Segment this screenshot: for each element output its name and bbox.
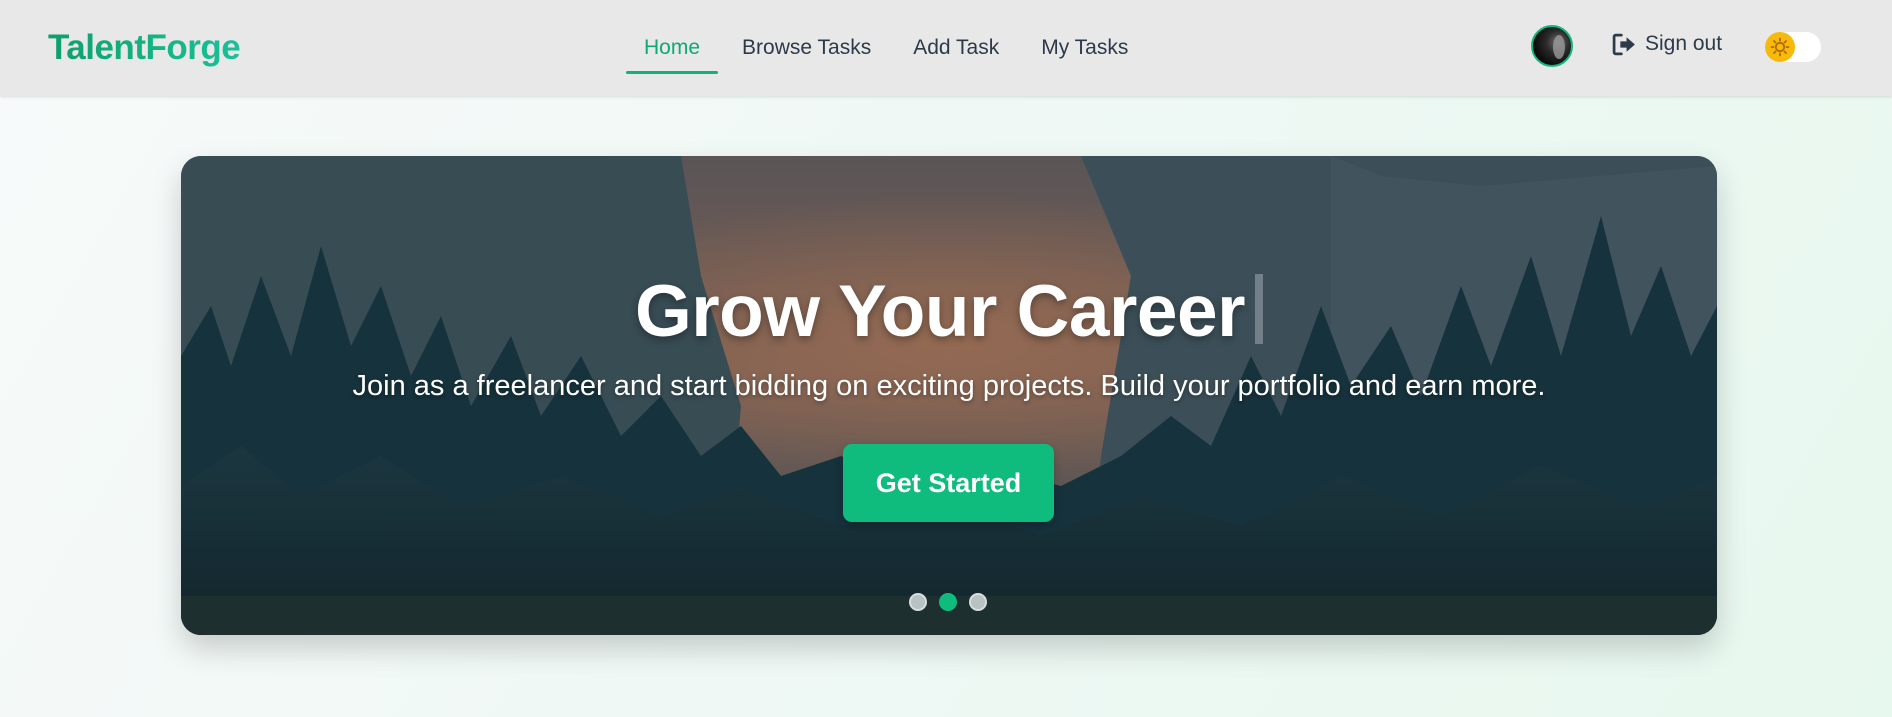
hero-carousel: Grow Your Career Join as a freelancer an… [181,156,1717,635]
navbar: TalentForge Home Browse Tasks Add Task M… [0,0,1892,96]
nav-link-home[interactable]: Home [626,0,719,96]
theme-toggle[interactable] [1765,32,1821,62]
brand-logo[interactable]: TalentForge [48,28,241,68]
carousel-dot-3[interactable] [969,593,987,611]
sun-icon [1770,37,1790,57]
user-avatar[interactable] [1531,25,1573,67]
hero-title: Grow Your Career [181,270,1717,353]
sign-out-icon [1612,33,1635,55]
main-nav: Home Browse Tasks Add Task My Tasks [626,0,1152,96]
carousel-dot-2[interactable] [939,593,957,611]
carousel-indicators [909,593,987,611]
hero-title-text: Grow Your Career [634,271,1246,352]
sign-out-button[interactable]: Sign out [1612,32,1722,56]
hero-subtitle: Join as a freelancer and start bidding o… [352,370,1546,402]
theme-toggle-knob [1765,32,1795,62]
nav-link-browse-tasks[interactable]: Browse Tasks [724,0,889,96]
nav-link-my-tasks[interactable]: My Tasks [1023,0,1146,96]
typing-cursor [1255,274,1263,344]
nav-link-add-task[interactable]: Add Task [895,0,1017,96]
sign-out-label: Sign out [1645,32,1723,55]
carousel-dot-1[interactable] [909,593,927,611]
avatar-face [1553,35,1565,59]
get-started-button[interactable]: Get Started [843,444,1054,522]
